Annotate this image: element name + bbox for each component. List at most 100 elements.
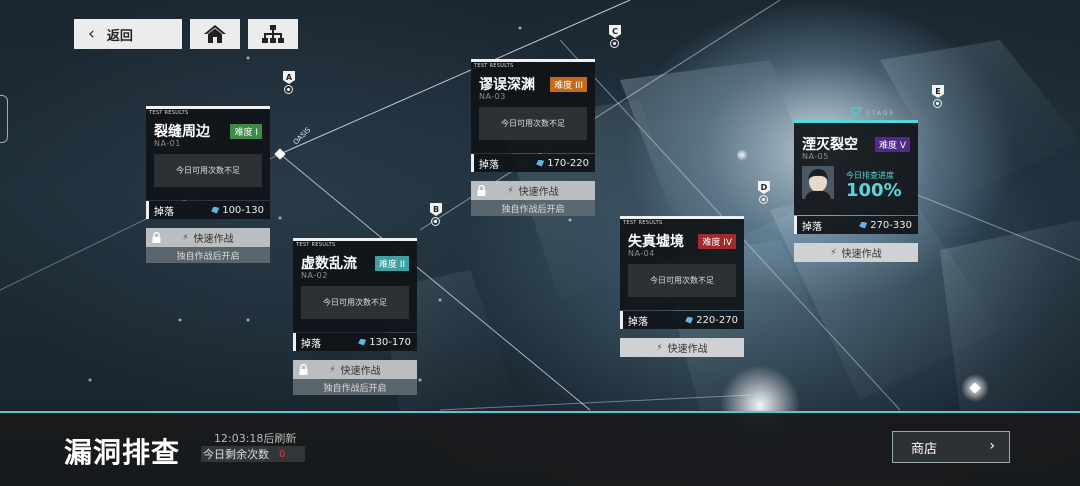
stage-card-na02[interactable]: TEST RESULTS 虚数乱流 NA-02 难度 II 今日可用次数不足 掉… [293,238,417,395]
node-label: E [932,85,944,98]
drop-range: 170-220 [547,157,589,169]
chevron-right-icon: › [989,438,995,454]
chevron-left-icon: ‹ [88,24,95,44]
card-header: 湮灭裂空 NA-05 难度 V 今日排查进度 100% [794,120,918,215]
lock-icon [299,364,308,375]
drop-row: 掉落 220-270 [620,311,744,329]
drop-range: 130-170 [369,336,411,348]
lock-icon [152,232,161,243]
drop-label: 掉落 [479,159,499,171]
difficulty-badge: 难度 V [874,137,910,152]
lightning-icon: ⚡ [182,232,189,243]
drop-row: 掉落 170-220 [471,154,595,172]
crystal-icon [211,206,220,214]
home-button[interactable] [190,19,240,49]
node-label: B [430,203,442,216]
drop-label: 掉落 [301,338,321,350]
attempts-notice: 今日可用次数不足 [301,286,409,319]
card-header: TEST RESULTS 裂缝周边 NA-01 难度 I 今日可用次数不足 [146,106,270,200]
card-header: TEST RESULTS 失真墟境 NA-04 难度 IV 今日可用次数不足 [620,216,744,310]
map-node-c[interactable]: C [608,25,622,48]
map-icon [262,25,284,43]
drop-range: 270-330 [870,219,912,231]
stage-code: NA-04 [628,249,655,258]
test-results-label: TEST RESULTS [149,110,189,116]
map-node-d[interactable]: D [757,181,771,204]
quick-battle-button[interactable]: ⚡ 快速作战 [794,243,918,262]
quick-battle-label: 快速作战 [841,249,882,260]
quick-battle-label: 快速作战 [193,234,234,245]
stage-title: 湮灭裂空 [802,137,858,153]
left-edge-tab[interactable] [0,95,8,143]
card-header: TEST RESULTS 虚数乱流 NA-02 难度 II 今日可用次数不足 [293,238,417,332]
lightning-icon: ⚡ [656,342,663,353]
drop-range: 220-270 [696,314,738,326]
solo-unlock-note: 独自作战后开启 [471,200,595,216]
remaining-count: 0 [279,448,286,460]
quick-battle-button[interactable]: ⚡ 快速作战 [146,228,270,247]
solo-unlock-note: 独自作战后开启 [146,247,270,263]
node-ring-icon [610,39,619,48]
stage-triangle-icon [849,107,863,118]
node-label: C [609,25,621,38]
node-label: D [758,181,770,194]
node-ring-icon [933,99,942,108]
stage-card-na04[interactable]: TEST RESULTS 失真墟境 NA-04 难度 IV 今日可用次数不足 掉… [620,216,744,357]
map-node-e[interactable]: E [931,85,945,108]
crystal-icon [859,221,868,229]
shop-label: 商店 [911,441,938,457]
drop-row: 掉落 270-330 [794,216,918,234]
progress-value: 100% [846,180,902,201]
game-stage: OASIS STAGE A B C D E ‹ 返回 TEST RESULTS … [0,0,1080,486]
stage-title: 谬误深渊 [479,77,535,93]
remaining-label: 今日剩余次数 [203,448,269,461]
bottom-bar: 漏洞排查 12:03:18后刷新 今日剩余次数 0 商店 › [0,411,1080,486]
node-ring-icon [759,195,768,204]
test-results-label: TEST RESULTS [623,220,663,226]
node-label: A [283,71,295,84]
lock-icon [477,185,486,196]
refresh-timer: 12:03:18后刷新 [214,432,297,445]
difficulty-badge: 难度 II [374,256,409,271]
crystal-icon [536,159,545,167]
attempts-notice: 今日可用次数不足 [479,107,587,140]
stage-text: STAGE [866,110,895,117]
stage-title: 虚数乱流 [301,256,357,272]
back-button[interactable]: ‹ 返回 [74,19,182,49]
drop-range: 100-130 [222,204,264,216]
map-node-b[interactable]: B [429,203,443,226]
oasis-text: OASIS [292,125,313,146]
stage-code: NA-02 [301,271,328,280]
quick-battle-button[interactable]: ⚡ 快速作战 [471,181,595,200]
difficulty-badge: 难度 I [230,124,262,139]
remaining-attempts: 今日剩余次数 0 [201,446,305,462]
map-node-a[interactable]: A [282,71,296,94]
quick-battle-button[interactable]: ⚡ 快速作战 [293,360,417,379]
card-header: TEST RESULTS 谬误深渊 NA-03 难度 III 今日可用次数不足 [471,59,595,153]
stage-card-na05[interactable]: 湮灭裂空 NA-05 难度 V 今日排查进度 100% 掉落 270-330 ⚡… [794,120,918,262]
stage-card-na03[interactable]: TEST RESULTS 谬误深渊 NA-03 难度 III 今日可用次数不足 … [471,59,595,216]
avatar [802,166,834,199]
stage-code: NA-05 [802,152,829,161]
quick-battle-label: 快速作战 [518,187,559,198]
quick-battle-button[interactable]: ⚡ 快速作战 [620,338,744,357]
crystal-icon [358,338,367,346]
stage-code: NA-01 [154,139,181,148]
page-title: 漏洞排查 [64,436,181,469]
node-ring-icon [284,85,293,94]
stage-map-button[interactable] [248,19,298,49]
stage-card-na01[interactable]: TEST RESULTS 裂缝周边 NA-01 难度 I 今日可用次数不足 掉落… [146,106,270,263]
lightning-icon: ⚡ [329,364,336,375]
home-icon [204,25,226,43]
back-label: 返回 [106,28,133,44]
shop-button[interactable]: 商店 › [892,431,1010,463]
lightning-icon: ⚡ [830,247,837,258]
stage-title: 裂缝周边 [154,124,210,140]
drop-row: 掉落 130-170 [293,333,417,351]
solo-unlock-note: 独自作战后开启 [293,379,417,395]
drop-label: 掉落 [802,221,822,233]
difficulty-badge: 难度 III [550,77,587,92]
node-ring-icon [431,217,440,226]
drop-label: 掉落 [628,316,648,328]
quick-battle-label: 快速作战 [340,366,381,377]
